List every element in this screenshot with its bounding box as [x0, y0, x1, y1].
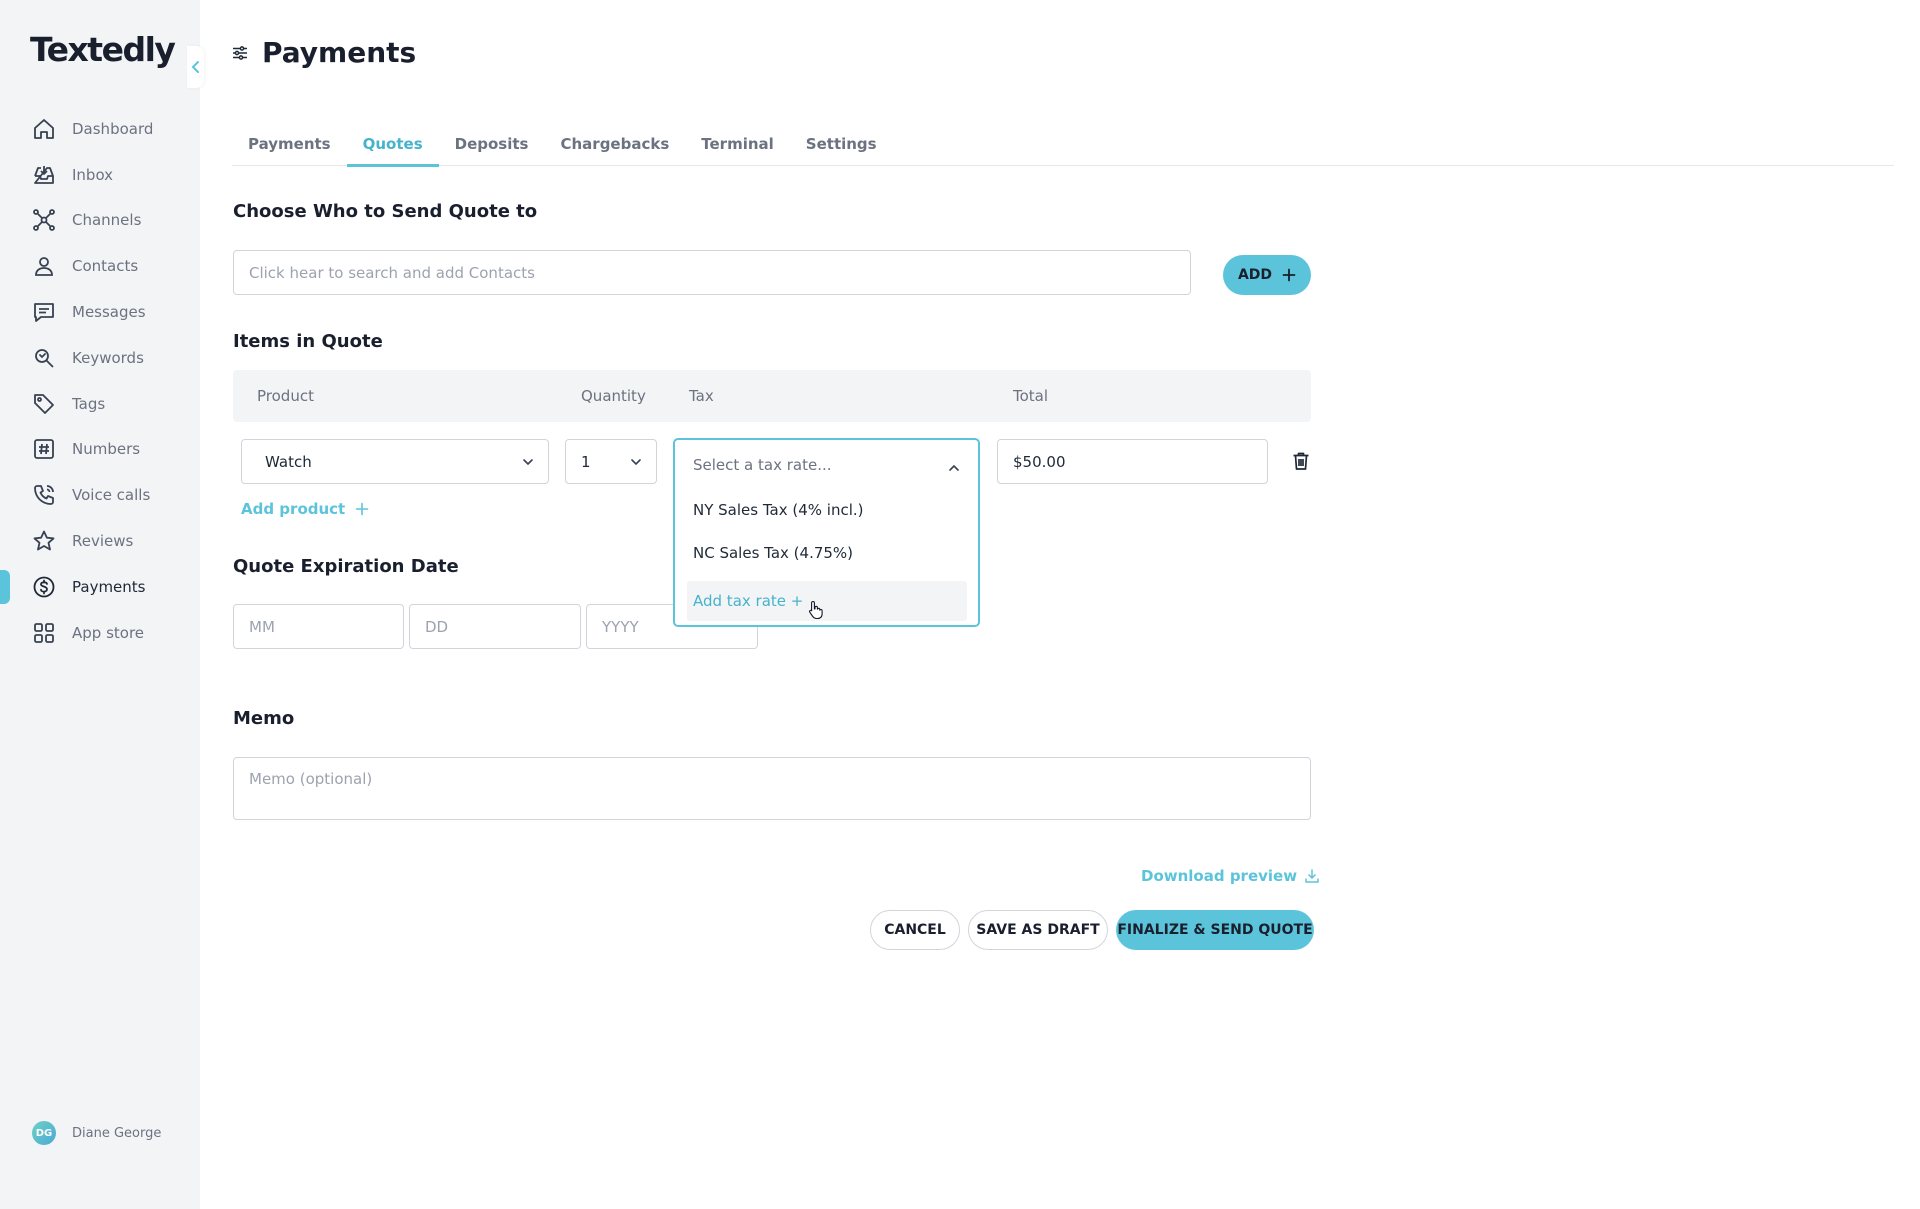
items-table-header: Product Quantity Tax Total — [233, 370, 1311, 422]
contact-search-input[interactable]: Click hear to search and add Contacts — [233, 250, 1191, 295]
tax-select-dropdown[interactable]: Select a tax rate... NY Sales Tax (4% in… — [673, 438, 980, 627]
tax-option-ny[interactable]: NY Sales Tax (4% incl.) — [693, 501, 864, 519]
chevron-down-icon — [523, 458, 533, 465]
app-logo[interactable]: Textedly — [30, 30, 176, 69]
tab-payments[interactable]: Payments — [232, 128, 347, 166]
sidebar-item-label: Tags — [72, 394, 106, 413]
sidebar-item-messages[interactable]: Messages — [0, 289, 200, 335]
sidebar-item-tags[interactable]: Tags — [0, 381, 200, 427]
dollar-icon — [33, 576, 55, 598]
items-title: Items in Quote — [233, 331, 383, 352]
total-field[interactable]: $50.00 — [997, 439, 1268, 484]
expiration-day-input[interactable]: DD — [409, 604, 581, 649]
plus-icon — [355, 502, 369, 516]
add-product-link[interactable]: Add product — [241, 500, 369, 518]
collapse-sidebar-button[interactable] — [187, 46, 204, 88]
sidebar-item-label: Payments — [72, 577, 146, 596]
sidebar-item-label: Numbers — [72, 440, 141, 459]
sidebar: Textedly Dashboard Inbox Channels Contac… — [0, 0, 204, 1209]
phone-icon — [34, 485, 54, 506]
column-product: Product — [257, 387, 314, 405]
add-tax-rate-label: Add tax rate + — [693, 592, 804, 610]
add-product-label: Add product — [241, 500, 346, 518]
product-select[interactable]: Watch — [241, 439, 549, 484]
page-title: Payments — [262, 36, 417, 69]
sidebar-item-label: Keywords — [72, 348, 144, 367]
sidebar-nav: Dashboard Inbox Channels Contacts Messag… — [0, 106, 200, 656]
column-total: Total — [1013, 387, 1049, 405]
sidebar-item-payments[interactable]: Payments — [0, 564, 200, 610]
plus-icon — [1282, 268, 1296, 282]
chevron-left-icon — [191, 61, 199, 73]
sidebar-item-voice-calls[interactable]: Voice calls — [0, 472, 200, 518]
trash-icon[interactable] — [1291, 451, 1311, 471]
hash-icon — [34, 439, 54, 460]
cancel-button[interactable]: CANCEL — [870, 910, 960, 950]
channels-icon — [33, 209, 55, 232]
add-contact-button[interactable]: ADD — [1223, 255, 1311, 295]
tag-icon — [34, 393, 54, 414]
sidebar-item-reviews[interactable]: Reviews — [0, 518, 200, 564]
sidebar-item-app-store[interactable]: App store — [0, 610, 200, 656]
add-contact-label: ADD — [1237, 267, 1273, 283]
home-icon — [34, 118, 54, 139]
sidebar-item-label: Reviews — [72, 532, 134, 551]
sidebar-item-numbers[interactable]: Numbers — [0, 427, 200, 473]
download-icon — [1305, 869, 1319, 883]
tax-select-placeholder: Select a tax rate... — [693, 456, 832, 474]
column-tax: Tax — [689, 387, 714, 405]
expiration-title: Quote Expiration Date — [233, 556, 459, 577]
chevron-up-icon — [949, 464, 959, 471]
tab-terminal[interactable]: Terminal — [685, 128, 790, 166]
download-preview-label: Download preview — [1141, 867, 1298, 885]
sidebar-item-dashboard[interactable]: Dashboard — [0, 106, 200, 152]
sidebar-item-label: Voice calls — [72, 486, 151, 505]
hand-cursor-icon — [809, 600, 823, 620]
keyword-icon — [35, 348, 54, 368]
recipients-title: Choose Who to Send Quote to — [233, 201, 538, 222]
user-profile[interactable]: DG Diane George — [32, 1121, 161, 1145]
inbox-icon — [34, 165, 54, 184]
star-icon — [33, 530, 55, 551]
add-tax-rate-option[interactable]: Add tax rate + — [687, 581, 967, 621]
sidebar-item-inbox[interactable]: Inbox — [0, 152, 200, 198]
tab-quotes[interactable]: Quotes — [346, 128, 439, 167]
expiration-month-input[interactable]: MM — [233, 604, 404, 649]
memo-title: Memo — [233, 708, 295, 729]
grid-icon — [34, 622, 54, 643]
user-icon — [35, 257, 53, 277]
tab-settings[interactable]: Settings — [790, 128, 893, 166]
sidebar-item-keywords[interactable]: Keywords — [0, 335, 200, 381]
tax-option-nc[interactable]: NC Sales Tax (4.75%) — [693, 544, 853, 562]
page-header: Payments — [232, 36, 416, 69]
sidebar-item-label: Inbox — [72, 165, 114, 184]
tab-deposits[interactable]: Deposits — [439, 128, 545, 166]
sidebar-item-contacts[interactable]: Contacts — [0, 243, 200, 289]
message-icon — [34, 303, 54, 322]
sidebar-item-channels[interactable]: Channels — [0, 198, 200, 244]
sidebar-item-label: App store — [72, 623, 145, 642]
memo-input[interactable]: Memo (optional) — [233, 757, 1311, 820]
chevron-down-icon — [631, 458, 641, 465]
user-name: Diane George — [72, 1125, 162, 1141]
quantity-select[interactable]: 1 — [565, 439, 657, 484]
save-as-draft-button[interactable]: SAVE AS DRAFT — [968, 910, 1108, 950]
product-select-value: Watch — [265, 452, 312, 471]
column-quantity: Quantity — [581, 387, 646, 405]
avatar: DG — [32, 1121, 56, 1145]
tab-bar: Payments Quotes Deposits Chargebacks Ter… — [232, 128, 1894, 167]
sidebar-item-label: Contacts — [72, 257, 139, 276]
tab-chargebacks[interactable]: Chargebacks — [544, 128, 685, 166]
download-preview-link[interactable]: Download preview — [1141, 867, 1320, 885]
sidebar-item-label: Messages — [72, 303, 146, 322]
sidebar-item-label: Channels — [72, 211, 142, 230]
sidebar-item-label: Dashboard — [72, 119, 154, 138]
filter-settings-icon[interactable] — [232, 45, 248, 61]
quantity-select-value: 1 — [581, 452, 591, 471]
finalize-send-quote-button[interactable]: FINALIZE & SEND QUOTE — [1116, 910, 1314, 950]
